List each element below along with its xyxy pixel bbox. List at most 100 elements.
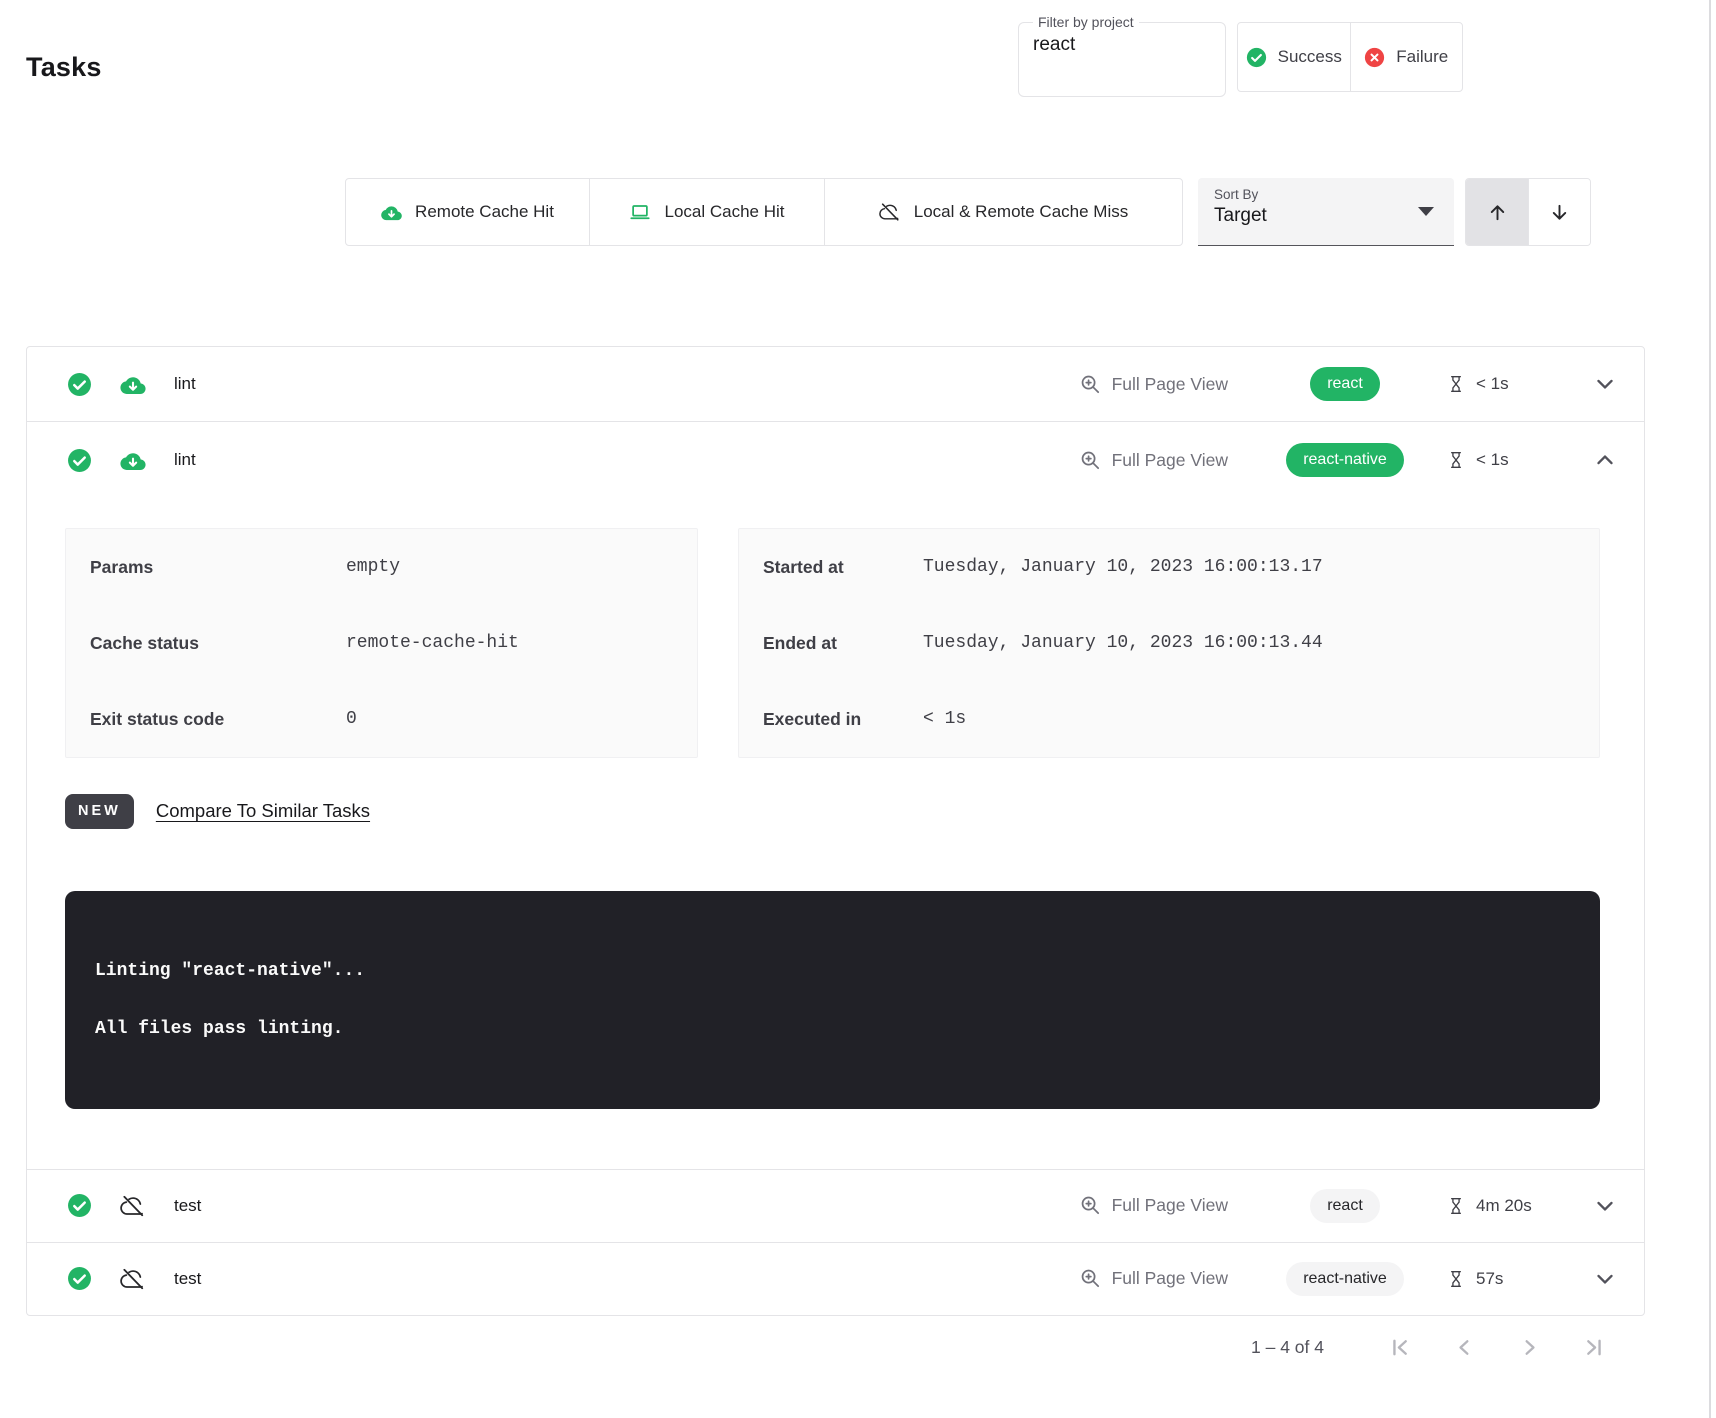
chevron-down-icon — [1592, 1266, 1618, 1292]
task-list: lint Full Page View react < 1s — [26, 346, 1645, 1316]
task-details: Params empty Cache status remote-cache-h… — [27, 498, 1644, 1169]
success-check-circle-icon — [67, 448, 92, 473]
full-page-view-label: Full Page View — [1112, 450, 1228, 471]
success-check-circle-icon — [1246, 47, 1267, 68]
hourglass-icon — [1446, 450, 1466, 470]
arrow-down-icon — [1548, 201, 1571, 224]
cache-miss-cloud-off-icon — [120, 1266, 146, 1292]
collapse-row-button[interactable] — [1588, 443, 1622, 477]
hourglass-icon — [1446, 1196, 1466, 1216]
exit-status-code-value: 0 — [346, 709, 673, 729]
task-target: test — [174, 1196, 201, 1216]
task-timing-panel: Started at Tuesday, January 10, 2023 16:… — [738, 528, 1600, 758]
chevron-up-icon — [1592, 447, 1618, 473]
failure-filter-button[interactable]: Failure — [1350, 23, 1463, 91]
task-target: test — [174, 1269, 201, 1289]
cache-filter-label: Local & Remote Cache Miss — [914, 202, 1128, 222]
last-page-button[interactable] — [1581, 1334, 1608, 1361]
sort-by-label: Sort By — [1214, 187, 1438, 202]
first-page-icon — [1386, 1334, 1413, 1361]
project-filter-field: Filter by project — [1018, 14, 1226, 97]
cache-filter-local-cache-hit[interactable]: Local Cache Hit — [589, 179, 824, 245]
full-page-view-link[interactable]: Full Page View — [1073, 448, 1234, 473]
cache-filter-cache-miss[interactable]: Local & Remote Cache Miss — [824, 179, 1182, 245]
full-page-view-label: Full Page View — [1112, 1195, 1228, 1216]
scrollbar[interactable] — [1709, 0, 1711, 1418]
pagination-range: 1 – 4 of 4 — [1251, 1337, 1324, 1358]
expand-row-button[interactable] — [1588, 367, 1622, 401]
zoom-in-icon — [1079, 449, 1102, 472]
task-target: lint — [174, 450, 196, 470]
hourglass-icon — [1446, 1269, 1466, 1289]
laptop-icon — [629, 201, 651, 223]
terminal-output: Linting "react-native"... All files pass… — [65, 891, 1600, 1109]
next-page-button[interactable] — [1516, 1334, 1543, 1361]
zoom-in-icon — [1079, 373, 1102, 396]
cache-filter-group: Remote Cache Hit Local Cache Hit Local &… — [345, 178, 1183, 246]
task-target: lint — [174, 374, 196, 394]
executed-in-value: < 1s — [923, 709, 1575, 729]
exit-status-code-label: Exit status code — [90, 709, 346, 730]
success-check-circle-icon — [67, 1266, 92, 1291]
ended-at-label: Ended at — [763, 633, 923, 654]
task-row: lint Full Page View react-native < 1s — [27, 422, 1644, 498]
chevron-down-icon — [1592, 371, 1618, 397]
cache-filter-label: Local Cache Hit — [664, 202, 784, 222]
remote-cache-hit-icon — [120, 373, 146, 395]
first-page-button[interactable] — [1386, 1334, 1413, 1361]
compare-to-similar-tasks-link[interactable]: Compare To Similar Tasks — [156, 800, 370, 822]
cloud-off-icon — [879, 201, 901, 223]
project-badge: react-native — [1286, 443, 1404, 477]
success-check-circle-icon — [67, 372, 92, 397]
chevron-down-icon — [1592, 1193, 1618, 1219]
full-page-view-link[interactable]: Full Page View — [1073, 1266, 1234, 1291]
project-badge: react-native — [1286, 1262, 1404, 1296]
task-row: test Full Page View react 4m 20s — [27, 1170, 1644, 1242]
remote-cache-hit-icon — [120, 449, 146, 471]
project-badge: react — [1310, 1189, 1380, 1223]
full-page-view-label: Full Page View — [1112, 374, 1228, 395]
ended-at-value: Tuesday, January 10, 2023 16:00:13.44 — [923, 633, 1575, 653]
full-page-view-link[interactable]: Full Page View — [1073, 372, 1234, 397]
executed-in-label: Executed in — [763, 709, 923, 730]
terminal-line: Linting "react-native"... — [95, 961, 1570, 981]
project-filter-input[interactable] — [1031, 30, 1213, 66]
task-duration: 57s — [1476, 1269, 1503, 1289]
task-params-panel: Params empty Cache status remote-cache-h… — [65, 528, 698, 758]
cache-status-value: remote-cache-hit — [346, 633, 673, 653]
success-filter-button[interactable]: Success — [1238, 23, 1350, 91]
previous-page-button[interactable] — [1451, 1334, 1478, 1361]
new-badge: NEW — [65, 794, 134, 829]
zoom-in-icon — [1079, 1194, 1102, 1217]
task-duration: 4m 20s — [1476, 1196, 1532, 1216]
dropdown-caret-icon — [1418, 207, 1434, 216]
status-filter-group: Success Failure — [1237, 22, 1463, 92]
sort-descending-button[interactable] — [1528, 179, 1590, 245]
cache-filter-label: Remote Cache Hit — [415, 202, 554, 222]
sort-by-select[interactable]: Sort By Target — [1198, 178, 1454, 246]
sort-by-value: Target — [1214, 205, 1438, 227]
arrow-up-icon — [1486, 201, 1509, 224]
last-page-icon — [1581, 1334, 1608, 1361]
task-row: lint Full Page View react < 1s — [27, 347, 1644, 421]
cache-status-label: Cache status — [90, 633, 346, 654]
expand-row-button[interactable] — [1588, 1262, 1622, 1296]
expand-row-button[interactable] — [1588, 1189, 1622, 1223]
params-value: empty — [346, 557, 673, 577]
task-duration: < 1s — [1476, 374, 1509, 394]
project-filter-label: Filter by project — [1033, 14, 1139, 30]
started-at-value: Tuesday, January 10, 2023 16:00:13.17 — [923, 557, 1575, 577]
started-at-label: Started at — [763, 557, 923, 578]
success-filter-label: Success — [1278, 47, 1342, 67]
terminal-line: All files pass linting. — [95, 1019, 1570, 1039]
task-duration: < 1s — [1476, 450, 1509, 470]
task-row: test Full Page View react-native 57s — [27, 1243, 1644, 1315]
full-page-view-link[interactable]: Full Page View — [1073, 1193, 1234, 1218]
full-page-view-label: Full Page View — [1112, 1268, 1228, 1289]
sort-ascending-button[interactable] — [1466, 179, 1528, 245]
cloud-download-icon — [381, 203, 402, 221]
sort-direction-group — [1465, 178, 1591, 246]
cache-filter-remote-cache-hit[interactable]: Remote Cache Hit — [346, 179, 589, 245]
params-label: Params — [90, 557, 346, 578]
project-badge: react — [1310, 367, 1380, 401]
